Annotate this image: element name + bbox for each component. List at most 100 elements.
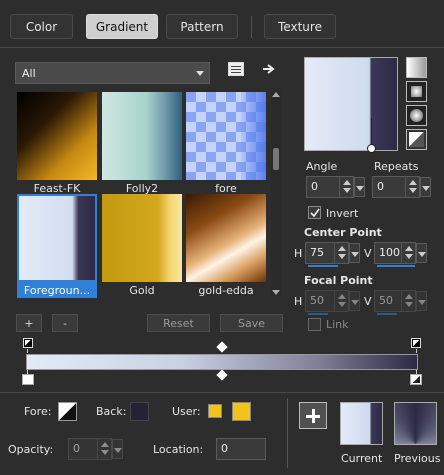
center-v-slider[interactable]	[377, 265, 415, 267]
rectangular-style-button[interactable]	[406, 81, 427, 102]
center-handle[interactable]	[367, 144, 376, 153]
tab-divider	[251, 16, 252, 38]
angle-value: 0	[311, 180, 318, 193]
thumbnail-label: Foregroun...	[23, 284, 91, 297]
radial-style-button[interactable]	[406, 129, 427, 150]
category-dropdown[interactable]: All	[15, 62, 210, 84]
focal-v-field[interactable]: 50	[374, 290, 427, 315]
current-gradient-swatch[interactable]	[340, 402, 383, 445]
location-field[interactable]: 0	[216, 438, 266, 460]
focal-v-label: V	[364, 295, 372, 308]
repeats-field[interactable]: 0	[372, 176, 431, 198]
center-h-label: H	[294, 247, 303, 260]
add-gradient-button[interactable]: +	[16, 314, 42, 332]
previous-label: Previous	[394, 452, 441, 465]
tab-color[interactable]: Color	[10, 14, 73, 39]
opacity-dropdown[interactable]	[112, 439, 123, 459]
repeats-label: Repeats	[374, 160, 419, 173]
sunburst-style-button[interactable]	[406, 105, 427, 126]
tab-texture[interactable]: Texture	[264, 14, 336, 39]
center-h-field[interactable]: 75	[305, 242, 360, 267]
tab-pattern[interactable]: Pattern	[166, 14, 238, 39]
color-stop-left[interactable]	[22, 374, 34, 385]
thumbnail-fore[interactable]: fore	[186, 92, 266, 195]
gradient-ramp[interactable]	[26, 354, 418, 370]
back-swatch[interactable]	[130, 402, 149, 421]
opacity-spinner[interactable]	[97, 439, 111, 459]
scroll-down-icon[interactable]	[272, 290, 280, 295]
invert-checkbox[interactable]	[308, 206, 321, 219]
center-h-slider[interactable]	[308, 265, 338, 267]
center-handle-line	[371, 118, 372, 146]
center-v-spinner[interactable]	[401, 243, 415, 263]
center-v-value: 100	[379, 246, 400, 259]
save-button[interactable]: Save	[220, 314, 283, 332]
checkmark-icon	[310, 208, 320, 218]
opacity-stop-right[interactable]	[411, 338, 421, 348]
repeats-dropdown[interactable]	[420, 177, 431, 197]
scroll-up-icon[interactable]	[272, 92, 280, 97]
focal-v-value: 50	[379, 294, 393, 307]
chevron-down-icon	[196, 71, 204, 76]
gradient-preview[interactable]	[304, 57, 398, 153]
color-stop-right[interactable]	[410, 374, 422, 385]
focal-h-field[interactable]: 50	[305, 290, 360, 315]
angle-field[interactable]: 0	[306, 176, 365, 198]
opacity-label: Opacity:	[8, 443, 54, 456]
thumbnail-gold-edda[interactable]: gold-edda	[186, 194, 266, 297]
gradient-library-icon[interactable]	[228, 62, 244, 76]
center-h-dropdown[interactable]	[349, 243, 360, 263]
opacity-midpoint-handle[interactable]	[216, 341, 228, 353]
tab-gradient[interactable]: Gradient	[86, 14, 158, 39]
user-label: User:	[172, 405, 201, 418]
tab-bar-divider	[0, 47, 444, 48]
bottom-vertical-divider	[287, 398, 288, 468]
focal-v-dropdown[interactable]	[416, 291, 427, 311]
fore-swatch[interactable]	[58, 402, 77, 421]
add-to-library-button[interactable]	[299, 402, 327, 429]
center-v-label: V	[364, 247, 372, 260]
thumbnail-label: Gold	[129, 284, 155, 297]
scrollbar-thumb[interactable]	[273, 148, 279, 170]
focal-v-slider[interactable]	[377, 313, 397, 315]
link-checkbox[interactable]	[308, 318, 321, 331]
center-v-dropdown[interactable]	[416, 243, 427, 263]
thumbnail-folly2[interactable]: Folly2	[102, 92, 182, 195]
focal-h-slider[interactable]	[308, 313, 328, 315]
user-swatch[interactable]	[232, 402, 251, 421]
reset-button[interactable]: Reset	[147, 314, 210, 332]
center-v-field[interactable]: 100	[374, 242, 427, 267]
angle-spinner[interactable]	[339, 177, 353, 197]
link-label: Link	[326, 318, 349, 331]
color-midpoint-handle[interactable]	[216, 369, 228, 381]
opacity-field[interactable]: 0	[68, 438, 123, 460]
remove-gradient-button[interactable]: -	[52, 314, 78, 332]
fore-label: Fore:	[24, 405, 52, 418]
opacity-value: 0	[73, 442, 80, 455]
user-swatch-small[interactable]	[208, 404, 222, 418]
arrow-right-icon[interactable]	[262, 63, 276, 76]
current-label: Current	[341, 452, 383, 465]
center-point-label: Center Point	[304, 226, 382, 239]
thumbnail-label: gold-edda	[198, 284, 254, 297]
focal-h-spinner[interactable]	[334, 291, 348, 311]
linear-style-button[interactable]	[406, 57, 427, 78]
angle-dropdown[interactable]	[354, 177, 365, 197]
bottom-divider	[0, 392, 444, 393]
location-label: Location:	[153, 443, 204, 456]
thumbnail-gold[interactable]: Gold	[102, 194, 182, 297]
focal-h-dropdown[interactable]	[349, 291, 360, 311]
center-h-value: 75	[310, 246, 324, 259]
angle-label: Angle	[306, 160, 338, 173]
gradient-thumbnail-grid: Feast-FK Folly2 fore Foregroun... Gold g…	[15, 90, 268, 300]
previous-gradient-swatch[interactable]	[394, 402, 437, 445]
category-dropdown-value: All	[22, 66, 36, 80]
thumbnail-scrollbar[interactable]	[271, 92, 281, 296]
thumbnail-feast-fk[interactable]: Feast-FK	[17, 92, 97, 195]
back-label: Back:	[96, 405, 127, 418]
focal-v-spinner[interactable]	[401, 291, 415, 311]
center-h-spinner[interactable]	[334, 243, 348, 263]
thumbnail-foreground[interactable]: Foregroun...	[17, 194, 97, 298]
opacity-stop-left[interactable]	[23, 338, 33, 348]
repeats-spinner[interactable]	[405, 177, 419, 197]
